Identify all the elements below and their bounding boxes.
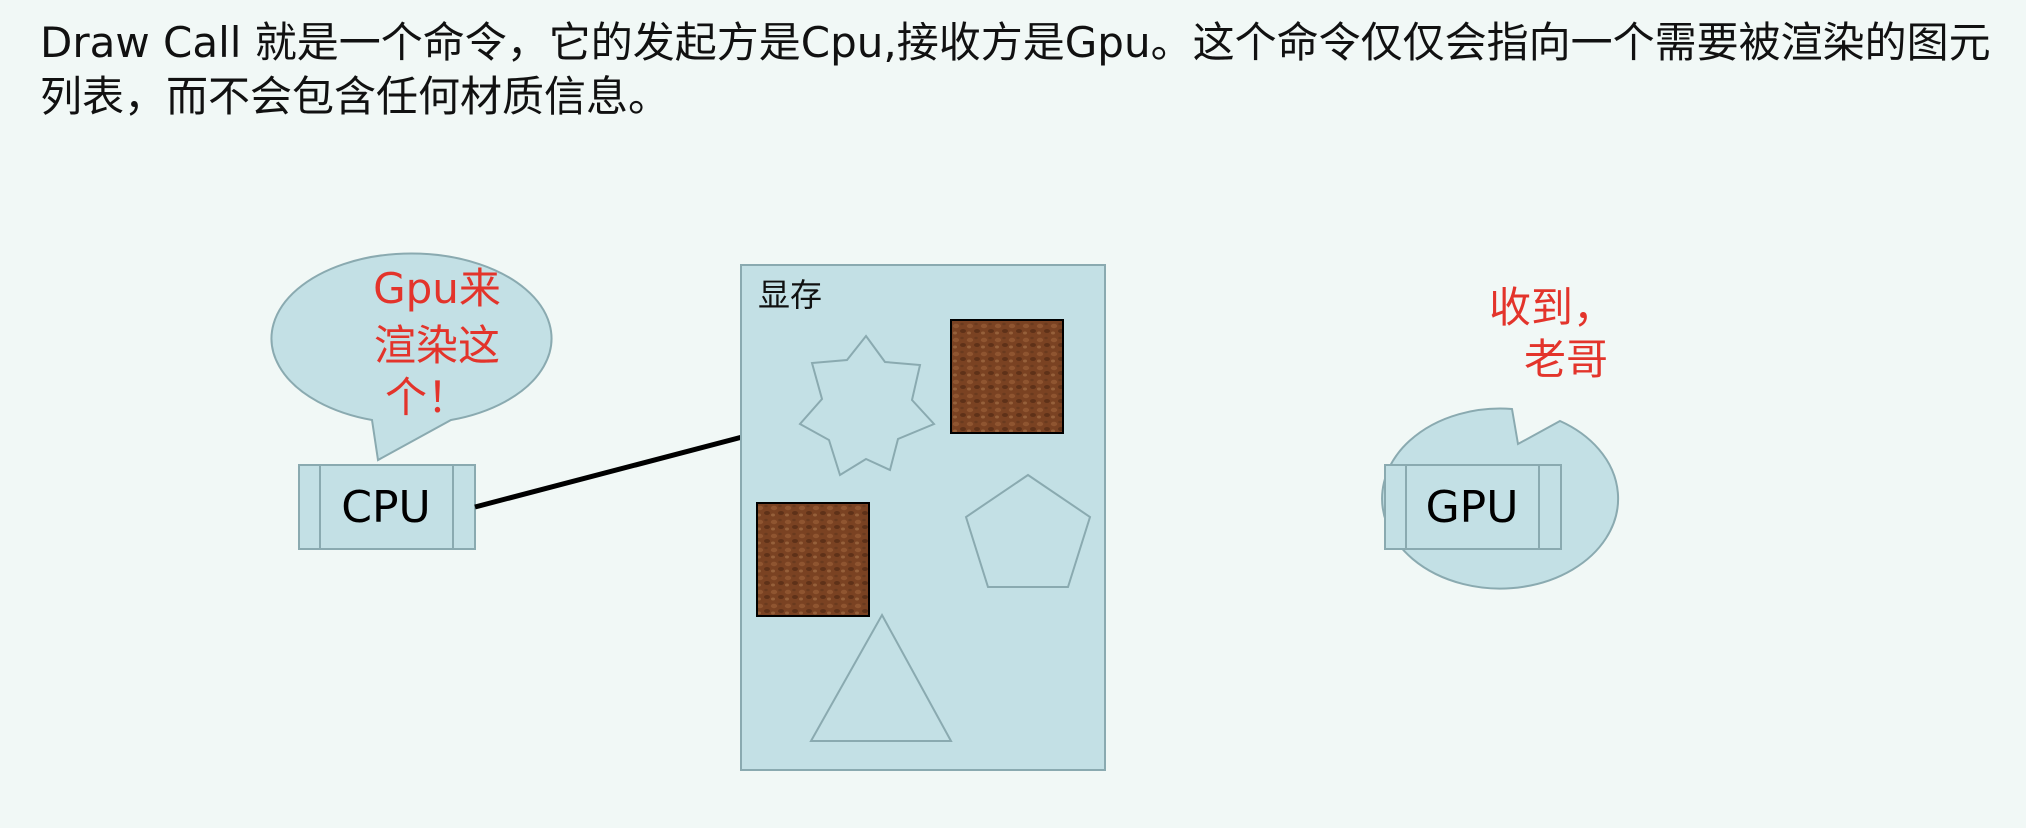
cpu-box: CPU: [298, 464, 476, 550]
cpu-speech-line-2: 渲染这: [374, 321, 500, 370]
gpu-box: GPU: [1384, 464, 1562, 550]
cpu-speech-line-3: 个！: [385, 373, 469, 422]
texture-square-left: [756, 502, 870, 617]
texture-square-top: [950, 319, 1064, 434]
gpu-speech-line-2: 老哥: [1524, 335, 1608, 384]
video-memory-panel: 显存: [740, 264, 1106, 771]
video-memory-label: 显存: [758, 276, 822, 314]
draw-call-diagram: Gpu来 渲染这 个！ CPU 显存 收到， 老哥 GPU: [270, 252, 1620, 771]
gpu-label: GPU: [1426, 482, 1519, 533]
cpu-speech-line-1: Gpu来: [373, 264, 501, 313]
gpu-speech-line-1: 收到，: [1489, 283, 1615, 332]
cpu-speech-bubble: Gpu来 渲染这 个！: [270, 252, 553, 462]
cpu-label: CPU: [341, 482, 430, 533]
